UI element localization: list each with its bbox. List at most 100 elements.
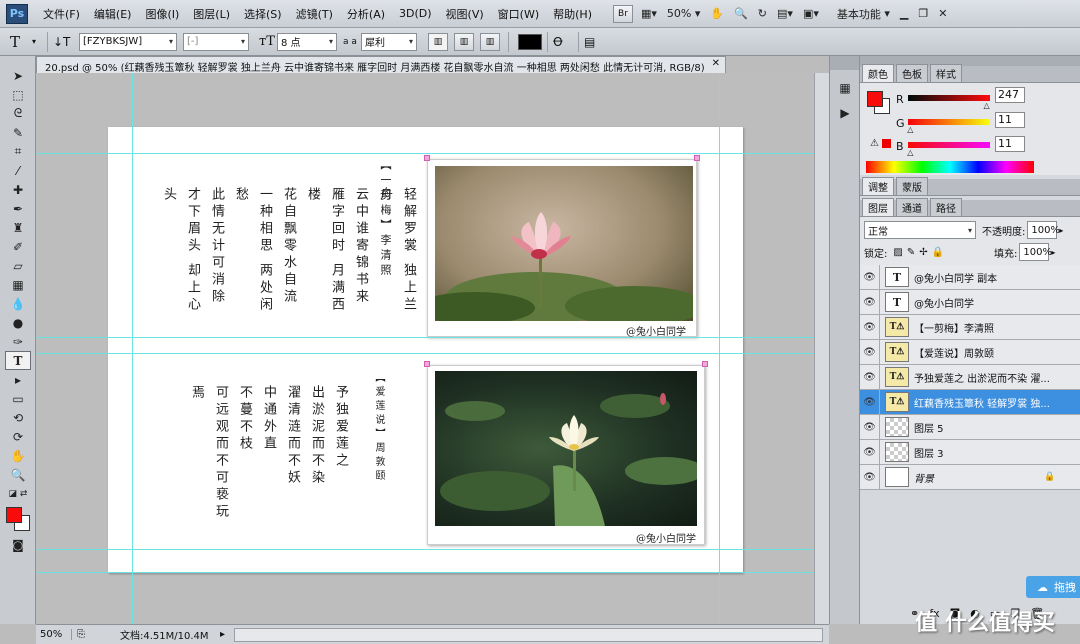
fill-input[interactable]: 100% <box>1019 243 1052 261</box>
canvas-area[interactable]: 红藕香残玉簟秋 轻解罗裳 独上兰舟 云中谁寄锦书来 雁字回时 月满西楼 花自飘零… <box>36 73 829 624</box>
close-document-icon[interactable]: ✕ <box>712 58 720 69</box>
font-family-select[interactable]: [FZYBKSJW] ▾ <box>79 32 177 51</box>
photo-caption-1[interactable]: @兔小白同学 <box>626 323 686 338</box>
photo-frame-1[interactable]: @兔小白同学 <box>427 159 697 338</box>
hand-tool-icon[interactable]: ✋ <box>705 4 729 24</box>
layer-row[interactable]: 👁 T⚠ 红藕香残玉簟秋 轻解罗裳 独... <box>860 390 1080 415</box>
status-flag-icon[interactable]: ⎘ <box>72 629 90 640</box>
poem2-title[interactable]: 【爱莲说】周敦颐 <box>366 372 390 512</box>
healing-brush-tool-icon[interactable]: ✚ <box>5 180 31 199</box>
gamut-color-swatch[interactable] <box>882 139 891 148</box>
eye-icon[interactable]: 👁 <box>860 465 880 489</box>
default-colors-icon[interactable]: ◪ ⇄ <box>5 484 31 503</box>
photo-frame-2[interactable]: @兔小白同学 <box>427 365 705 545</box>
eye-icon[interactable]: 👁 <box>860 415 880 439</box>
eraser-tool-icon[interactable]: ▱ <box>5 256 31 275</box>
panel-foreground-swatch[interactable] <box>867 91 883 107</box>
pen-tool-icon[interactable]: ✑ <box>5 332 31 351</box>
screen-mode-icon[interactable]: ▣▾ <box>798 4 824 24</box>
align-right-button[interactable]: ▥ <box>480 32 500 51</box>
menu-image[interactable]: 图像(I) <box>138 6 186 22</box>
b-slider[interactable] <box>908 142 990 148</box>
history-panel-icon[interactable]: ▦ <box>832 78 858 97</box>
tab-styles[interactable]: 样式 <box>930 64 962 82</box>
opacity-input[interactable]: 100% <box>1027 221 1060 239</box>
tab-layers[interactable]: 图层 <box>862 198 894 216</box>
tab-swatches[interactable]: 色板 <box>896 64 928 82</box>
gamut-warning-icon[interactable]: ⚠ <box>870 138 879 149</box>
document-canvas[interactable]: 红藕香残玉簟秋 轻解罗裳 独上兰舟 云中谁寄锦书来 雁字回时 月满西楼 花自飘零… <box>108 127 743 573</box>
chevron-right-icon[interactable]: ▸ <box>1059 226 1063 235</box>
g-slider[interactable] <box>908 119 990 125</box>
eye-icon[interactable]: 👁 <box>860 340 880 364</box>
poem1-title[interactable]: 【一剪梅】李清照 <box>373 159 397 299</box>
zoom-tool-icon[interactable]: 🔍 <box>729 4 753 24</box>
zoom-level-select[interactable]: 50% ▾ <box>662 4 705 24</box>
type-tool-preset-icon[interactable]: T <box>10 33 32 51</box>
layer-row[interactable]: 👁 背景 🔒 <box>860 465 1080 490</box>
layer-row[interactable]: 👁 T @兔小白同学 <box>860 290 1080 315</box>
minimize-window-icon[interactable]: ▁ <box>895 4 913 24</box>
menu-analysis[interactable]: 分析(A) <box>340 6 392 22</box>
character-panel-icon[interactable]: ▤ <box>584 35 604 49</box>
align-center-button[interactable]: ▥ <box>454 32 474 51</box>
menu-3d[interactable]: 3D(D) <box>392 7 439 20</box>
tab-adjustments[interactable]: 调整 <box>862 177 894 195</box>
eye-icon[interactable]: 👁 <box>860 440 880 464</box>
layer-row[interactable]: 👁 T⚠ 予独爱莲之 出淤泥而不染 濯... <box>860 365 1080 390</box>
warp-text-icon[interactable]: Ꝋ <box>553 35 573 49</box>
poem2-text[interactable]: 予独爱莲之 出淤泥而不染 濯清涟而不妖 中通外直 不蔓不枝 可远观而不可亵玩焉 <box>184 385 352 525</box>
tab-masks[interactable]: 蒙版 <box>896 177 928 195</box>
marquee-tool-icon[interactable]: ⬚ <box>5 85 31 104</box>
layer-row[interactable]: 👁 图层 3 <box>860 440 1080 465</box>
dodge-tool-icon[interactable]: ● <box>5 313 31 332</box>
layer-row[interactable]: 👁 T⚠ 【爱莲说】周敦颐 <box>860 340 1080 365</box>
r-slider-thumb[interactable]: △ <box>984 101 990 110</box>
tab-channels[interactable]: 通道 <box>896 198 928 216</box>
menu-window[interactable]: 窗口(W) <box>491 6 546 22</box>
r-value-input[interactable]: 247 <box>995 87 1025 103</box>
tab-paths[interactable]: 路径 <box>930 198 962 216</box>
gradient-tool-icon[interactable]: ▦ <box>5 275 31 294</box>
actions-panel-icon[interactable]: ▶ <box>832 103 858 122</box>
menu-layer[interactable]: 图层(L) <box>186 6 237 22</box>
move-tool-icon[interactable]: ➤ <box>5 66 31 85</box>
arrange-documents-icon[interactable]: ▤▾ <box>772 4 798 24</box>
g-value-input[interactable]: 11 <box>995 112 1025 128</box>
toggle-text-orientation-icon[interactable]: ↓T <box>53 35 73 49</box>
zoom-level[interactable]: 50% <box>36 629 72 640</box>
chevron-down-icon[interactable]: ▾ <box>32 37 42 46</box>
3d-rotate-tool-icon[interactable]: ⟲ <box>5 408 31 427</box>
layer-row[interactable]: 👁 T⚠ 【一剪梅】李清照 <box>860 315 1080 340</box>
color-swatches[interactable] <box>0 505 35 535</box>
poem1-text[interactable]: 红藕香残玉簟秋 轻解罗裳 独上兰舟 云中谁寄锦书来 雁字回时 月满西楼 花自飘零… <box>156 187 444 327</box>
quick-mask-icon[interactable]: ◙ <box>5 535 31 554</box>
align-left-button[interactable]: ▥ <box>428 32 448 51</box>
b-value-input[interactable]: 11 <box>995 136 1025 152</box>
eye-icon[interactable]: 👁 <box>860 365 880 389</box>
menu-edit[interactable]: 编辑(E) <box>87 6 139 22</box>
chevron-right-icon[interactable]: ▸ <box>1051 248 1055 257</box>
close-window-icon[interactable]: ✕ <box>933 4 952 24</box>
view-extras-icon[interactable]: ▦▾ <box>636 4 662 24</box>
restore-window-icon[interactable]: ❐ <box>913 4 933 24</box>
antialias-select[interactable]: 犀利 ▾ <box>361 32 417 51</box>
foreground-color-swatch[interactable] <box>6 507 22 523</box>
transform-handle[interactable] <box>694 155 700 161</box>
blur-tool-icon[interactable]: 💧 <box>5 294 31 313</box>
b-slider-thumb[interactable]: △ <box>907 148 913 157</box>
menu-view[interactable]: 视图(V) <box>439 6 491 22</box>
path-select-tool-icon[interactable]: ▸ <box>5 370 31 389</box>
text-color-swatch[interactable] <box>518 33 542 50</box>
layer-row[interactable]: 👁 T @兔小白同学 副本 <box>860 265 1080 290</box>
clone-stamp-tool-icon[interactable]: ♜ <box>5 218 31 237</box>
vertical-scrollbar[interactable] <box>814 73 829 624</box>
drag-upload-button[interactable]: ☁ 拖拽 <box>1026 576 1080 598</box>
3d-orbit-tool-icon[interactable]: ⟳ <box>5 427 31 446</box>
eye-icon[interactable]: 👁 <box>860 390 880 414</box>
transform-handle[interactable] <box>702 361 708 367</box>
brush-tool-icon[interactable]: ✒ <box>5 199 31 218</box>
font-size-input[interactable]: 8 点 ▾ <box>277 32 337 51</box>
shape-tool-icon[interactable]: ▭ <box>5 389 31 408</box>
blend-mode-select[interactable]: 正常 ▾ <box>864 221 976 239</box>
